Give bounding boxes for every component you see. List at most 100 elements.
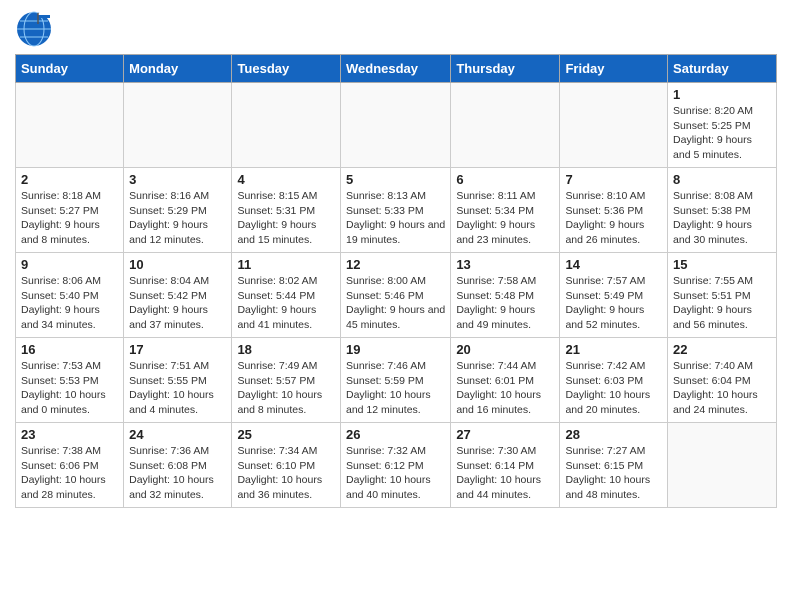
weekday-header: Monday [124,55,232,83]
calendar-table: SundayMondayTuesdayWednesdayThursdayFrid… [15,54,777,508]
day-number: 17 [129,342,226,357]
calendar-day-cell [668,423,777,508]
calendar-day-cell: 8 Sunrise: 8:08 AM Sunset: 5:38 PM Daylig… [668,168,777,253]
calendar-day-cell: 18Sunrise: 7:49 AM Sunset: 5:57 PM Dayli… [232,338,341,423]
calendar-day-cell: 17 Sunrise: 7:51 AM Sunset: 5:55 PM Dayli… [124,338,232,423]
day-info: Sunrise: 8:06 AM Sunset: 5:40 PM Dayligh… [21,274,118,333]
day-info: Sunrise: 8:16 AM Sunset: 5:29 PM Dayligh… [129,189,226,248]
logo [15,10,55,46]
calendar-day-cell: 6Sunrise: 8:11 AM Sunset: 5:34 PM Daylig… [451,168,560,253]
day-number: 22 [673,342,771,357]
day-number: 5 [346,172,445,187]
calendar-day-cell: 12Sunrise: 8:00 AM Sunset: 5:46 PM Dayli… [340,253,450,338]
weekday-header: Tuesday [232,55,341,83]
day-info: Sunrise: 8:18 AM Sunset: 5:27 PM Dayligh… [21,189,118,248]
day-number: 11 [237,257,335,272]
calendar-day-cell: 23Sunrise: 7:38 AM Sunset: 6:06 PM Dayli… [16,423,124,508]
day-info: Sunrise: 7:42 AM Sunset: 6:03 PM Dayligh… [565,359,662,418]
calendar-day-cell: 7 Sunrise: 8:10 AM Sunset: 5:36 PM Daylig… [560,168,668,253]
day-info: Sunrise: 7:44 AM Sunset: 6:01 PM Dayligh… [456,359,554,418]
calendar-day-cell [16,83,124,168]
calendar-week-row: 2 Sunrise: 8:18 AM Sunset: 5:27 PM Daylig… [16,168,777,253]
calendar-week-row: 9 Sunrise: 8:06 AM Sunset: 5:40 PM Daylig… [16,253,777,338]
day-number: 8 [673,172,771,187]
day-info: Sunrise: 8:08 AM Sunset: 5:38 PM Dayligh… [673,189,771,248]
page: SundayMondayTuesdayWednesdayThursdayFrid… [0,0,792,612]
calendar-day-cell: 10 Sunrise: 8:04 AM Sunset: 5:42 PM Dayli… [124,253,232,338]
day-number: 3 [129,172,226,187]
day-info: Sunrise: 7:34 AM Sunset: 6:10 PM Dayligh… [237,444,335,503]
day-number: 7 [565,172,662,187]
calendar-week-row: 1 Sunrise: 8:20 AM Sunset: 5:25 PM Daylig… [16,83,777,168]
calendar-week-row: 23Sunrise: 7:38 AM Sunset: 6:06 PM Dayli… [16,423,777,508]
day-info: Sunrise: 8:10 AM Sunset: 5:36 PM Dayligh… [565,189,662,248]
calendar-day-cell [560,83,668,168]
calendar-day-cell: 5 Sunrise: 8:13 AM Sunset: 5:33 PM Daylig… [340,168,450,253]
day-info: Sunrise: 7:27 AM Sunset: 6:15 PM Dayligh… [565,444,662,503]
day-number: 1 [673,87,771,102]
calendar-day-cell: 25Sunrise: 7:34 AM Sunset: 6:10 PM Dayli… [232,423,341,508]
day-number: 28 [565,427,662,442]
calendar-day-cell: 16Sunrise: 7:53 AM Sunset: 5:53 PM Dayli… [16,338,124,423]
calendar-header: SundayMondayTuesdayWednesdayThursdayFrid… [16,55,777,83]
day-info: Sunrise: 8:13 AM Sunset: 5:33 PM Dayligh… [346,189,445,248]
calendar-day-cell: 2 Sunrise: 8:18 AM Sunset: 5:27 PM Daylig… [16,168,124,253]
calendar-day-cell [340,83,450,168]
day-number: 10 [129,257,226,272]
day-number: 2 [21,172,118,187]
calendar-day-cell: 15 Sunrise: 7:55 AM Sunset: 5:51 PM Dayli… [668,253,777,338]
calendar-day-cell: 28 Sunrise: 7:27 AM Sunset: 6:15 PM Dayli… [560,423,668,508]
calendar-day-cell: 1 Sunrise: 8:20 AM Sunset: 5:25 PM Daylig… [668,83,777,168]
logo-globe-svg [15,10,53,48]
day-number: 15 [673,257,771,272]
day-number: 4 [237,172,335,187]
day-number: 23 [21,427,118,442]
day-info: Sunrise: 8:15 AM Sunset: 5:31 PM Dayligh… [237,189,335,248]
day-info: Sunrise: 7:46 AM Sunset: 5:59 PM Dayligh… [346,359,445,418]
day-number: 21 [565,342,662,357]
day-number: 6 [456,172,554,187]
calendar-body: 1 Sunrise: 8:20 AM Sunset: 5:25 PM Daylig… [16,83,777,508]
day-info: Sunrise: 8:00 AM Sunset: 5:46 PM Dayligh… [346,274,445,333]
day-info: Sunrise: 7:58 AM Sunset: 5:48 PM Dayligh… [456,274,554,333]
calendar-day-cell [232,83,341,168]
day-number: 13 [456,257,554,272]
weekday-row: SundayMondayTuesdayWednesdayThursdayFrid… [16,55,777,83]
day-info: Sunrise: 8:04 AM Sunset: 5:42 PM Dayligh… [129,274,226,333]
calendar-day-cell: 24Sunrise: 7:36 AM Sunset: 6:08 PM Dayli… [124,423,232,508]
weekday-header: Friday [560,55,668,83]
day-info: Sunrise: 7:51 AM Sunset: 5:55 PM Dayligh… [129,359,226,418]
calendar-day-cell: 3 Sunrise: 8:16 AM Sunset: 5:29 PM Daylig… [124,168,232,253]
calendar-day-cell [451,83,560,168]
calendar-day-cell: 14Sunrise: 7:57 AM Sunset: 5:49 PM Dayli… [560,253,668,338]
calendar-day-cell: 26Sunrise: 7:32 AM Sunset: 6:12 PM Dayli… [340,423,450,508]
day-number: 16 [21,342,118,357]
calendar-day-cell: 20Sunrise: 7:44 AM Sunset: 6:01 PM Dayli… [451,338,560,423]
calendar-day-cell: 19 Sunrise: 7:46 AM Sunset: 5:59 PM Dayli… [340,338,450,423]
day-info: Sunrise: 7:40 AM Sunset: 6:04 PM Dayligh… [673,359,771,418]
calendar-day-cell: 27 Sunrise: 7:30 AM Sunset: 6:14 PM Dayli… [451,423,560,508]
day-info: Sunrise: 8:20 AM Sunset: 5:25 PM Dayligh… [673,104,771,163]
calendar-day-cell: 11 Sunrise: 8:02 AM Sunset: 5:44 PM Dayli… [232,253,341,338]
day-info: Sunrise: 7:30 AM Sunset: 6:14 PM Dayligh… [456,444,554,503]
day-number: 14 [565,257,662,272]
calendar-day-cell: 9 Sunrise: 8:06 AM Sunset: 5:40 PM Daylig… [16,253,124,338]
logo-icon [15,10,51,46]
weekday-header: Wednesday [340,55,450,83]
day-info: Sunrise: 7:55 AM Sunset: 5:51 PM Dayligh… [673,274,771,333]
calendar-week-row: 16Sunrise: 7:53 AM Sunset: 5:53 PM Dayli… [16,338,777,423]
calendar-day-cell [124,83,232,168]
calendar-day-cell: 13 Sunrise: 7:58 AM Sunset: 5:48 PM Dayli… [451,253,560,338]
day-info: Sunrise: 8:02 AM Sunset: 5:44 PM Dayligh… [237,274,335,333]
day-number: 9 [21,257,118,272]
calendar-day-cell: 21 Sunrise: 7:42 AM Sunset: 6:03 PM Dayli… [560,338,668,423]
day-info: Sunrise: 7:49 AM Sunset: 5:57 PM Dayligh… [237,359,335,418]
calendar-day-cell: 22 Sunrise: 7:40 AM Sunset: 6:04 PM Dayli… [668,338,777,423]
calendar-day-cell: 4 Sunrise: 8:15 AM Sunset: 5:31 PM Daylig… [232,168,341,253]
day-number: 26 [346,427,445,442]
day-number: 27 [456,427,554,442]
day-number: 19 [346,342,445,357]
weekday-header: Saturday [668,55,777,83]
day-number: 24 [129,427,226,442]
weekday-header: Sunday [16,55,124,83]
